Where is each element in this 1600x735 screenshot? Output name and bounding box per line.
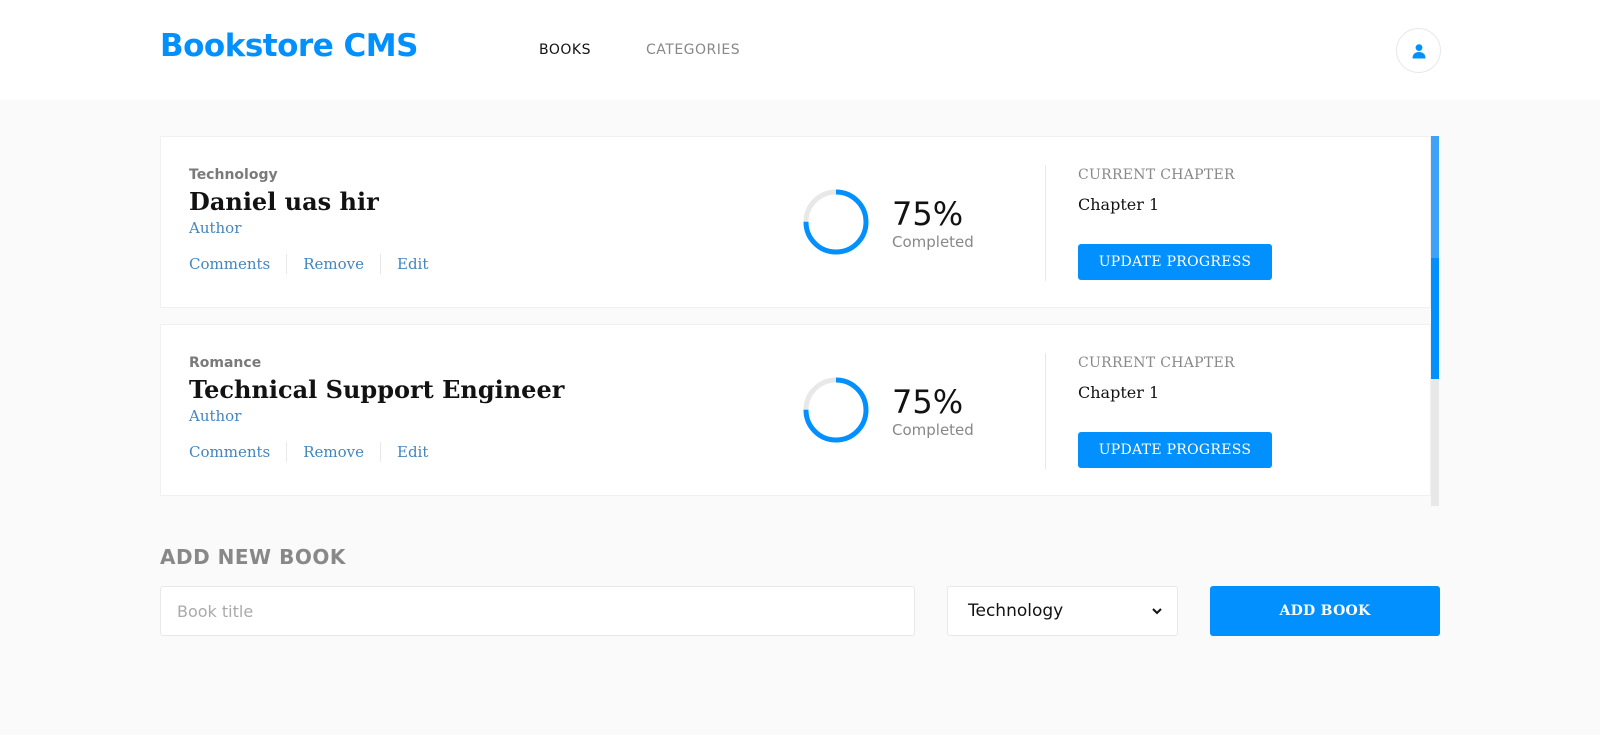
update-progress-button[interactable]: UPDATE PROGRESS: [1078, 244, 1272, 280]
book-title: Daniel uas hir: [189, 187, 379, 216]
nav-categories[interactable]: CATEGORIES: [646, 42, 740, 58]
update-progress-button[interactable]: UPDATE PROGRESS: [1078, 432, 1272, 468]
nav-books[interactable]: BOOKS: [539, 42, 591, 58]
book-category: Romance: [189, 355, 262, 371]
remove-button[interactable]: Remove: [303, 443, 364, 461]
book-title: Technical Support Engineer: [189, 375, 565, 404]
books-scrollbar[interactable]: [1431, 136, 1439, 506]
progress-ring: [803, 377, 869, 443]
book-actions: Comments Remove Edit: [189, 442, 428, 462]
user-button[interactable]: [1396, 28, 1441, 73]
user-icon: [1412, 43, 1425, 58]
chevron-down-icon: [1152, 608, 1162, 615]
add-book-button[interactable]: ADD BOOK: [1210, 586, 1440, 636]
book-card: Technology Daniel uas hir Author Comment…: [160, 136, 1431, 308]
action-divider: [286, 442, 288, 462]
brand-logo[interactable]: Bookstore CMS: [160, 28, 418, 64]
progress-ring: [803, 189, 869, 255]
book-actions: Comments Remove Edit: [189, 254, 428, 274]
progress-completed-label: Completed: [892, 421, 974, 439]
comments-button[interactable]: Comments: [189, 255, 270, 273]
current-chapter-label: CURRENT CHAPTER: [1078, 167, 1235, 183]
card-divider: [1045, 165, 1046, 281]
progress-percent: 75%: [892, 195, 964, 233]
book-author[interactable]: Author: [189, 219, 241, 237]
action-divider: [380, 442, 381, 462]
current-chapter-label: CURRENT CHAPTER: [1078, 355, 1235, 371]
book-title-input[interactable]: [160, 586, 915, 636]
progress-percent: 75%: [892, 383, 964, 421]
card-divider: [1045, 353, 1046, 469]
action-divider: [380, 254, 381, 274]
progress-completed-label: Completed: [892, 233, 974, 251]
edit-button[interactable]: Edit: [397, 255, 428, 273]
add-book-heading: ADD NEW BOOK: [160, 545, 346, 569]
scrollbar-thumb-highlight: [1431, 136, 1439, 258]
comments-button[interactable]: Comments: [189, 443, 270, 461]
remove-button[interactable]: Remove: [303, 255, 364, 273]
books-list: Technology Daniel uas hir Author Comment…: [160, 136, 1439, 506]
current-chapter-value: Chapter 1: [1078, 195, 1160, 214]
edit-button[interactable]: Edit: [397, 443, 428, 461]
action-divider: [286, 254, 288, 274]
category-select-value: Technology: [968, 601, 1064, 621]
book-card: Romance Technical Support Engineer Autho…: [160, 324, 1431, 496]
header: Bookstore CMS BOOKS CATEGORIES: [0, 0, 1600, 100]
book-author[interactable]: Author: [189, 407, 241, 425]
current-chapter-value: Chapter 1: [1078, 383, 1160, 402]
category-select[interactable]: Technology: [947, 586, 1178, 636]
book-category: Technology: [189, 167, 278, 183]
